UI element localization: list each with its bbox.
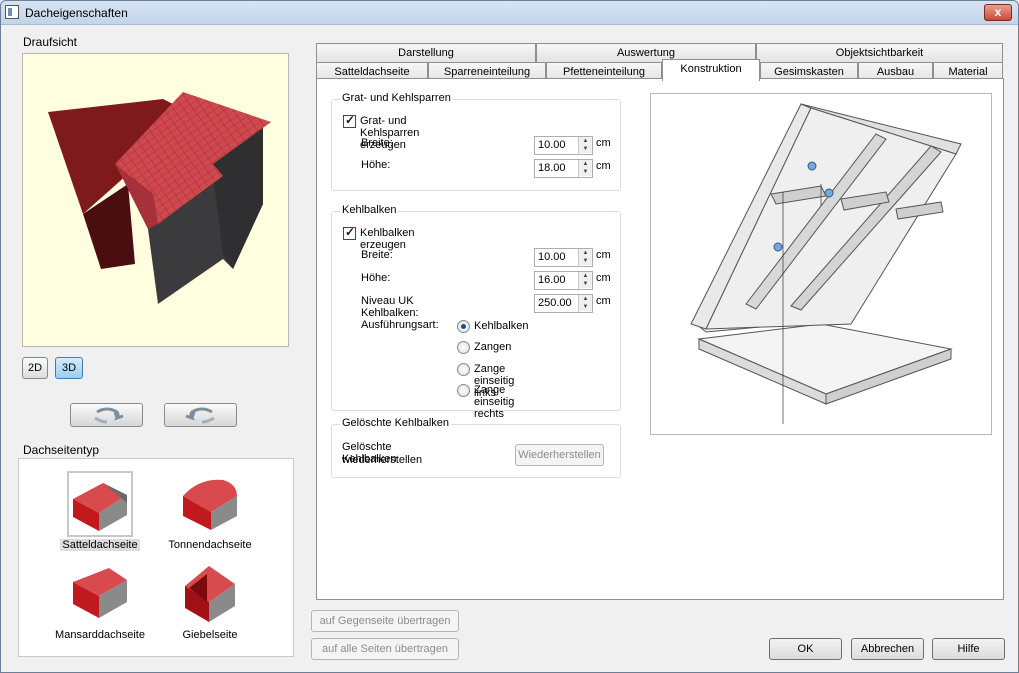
- unit-label: cm: [596, 137, 611, 149]
- unit-label: cm: [596, 272, 611, 284]
- radio-zange-rechts[interactable]: [457, 384, 470, 397]
- tab-darstellung[interactable]: Darstellung: [316, 43, 536, 63]
- giebelseite-icon: [177, 561, 243, 627]
- spinner-arrows[interactable]: ▲ ▼: [578, 160, 592, 177]
- rotate-right-icon: [185, 407, 215, 424]
- roof-3d-model: [48, 92, 271, 304]
- satteldach-icon: [67, 471, 133, 537]
- grat-hoehe-value: 18.00: [538, 162, 566, 174]
- cancel-button[interactable]: Abbrechen: [851, 638, 924, 660]
- transfer-opposite-button[interactable]: auf Gegenseite übertragen: [311, 610, 459, 632]
- ok-button[interactable]: OK: [769, 638, 842, 660]
- transfer-all-button[interactable]: auf alle Seiten übertragen: [311, 638, 459, 660]
- kehl-niveau-label: Niveau UK Kehlbalken:: [361, 295, 419, 319]
- spinner-arrows[interactable]: ▲ ▼: [578, 272, 592, 289]
- kehl-breite-label: Breite:: [361, 249, 393, 261]
- title-bar: Dacheigenschaften x: [1, 1, 1018, 25]
- tab-objektsichtbarkeit[interactable]: Objektsichtbarkeit: [756, 43, 1003, 63]
- roof-type-giebelseite[interactable]: Giebelseite: [160, 561, 260, 641]
- rotate-left-button[interactable]: [70, 403, 143, 427]
- grat-hoehe-label: Höhe:: [361, 159, 391, 171]
- roof-type-mansarddach[interactable]: Mansarddachseite: [50, 561, 150, 641]
- kehl-checkbox[interactable]: [343, 225, 356, 240]
- grat-breite-label: Breite:: [361, 137, 393, 149]
- view-3d-button[interactable]: 3D: [55, 357, 83, 379]
- spinner-arrows[interactable]: ▲ ▼: [578, 249, 592, 266]
- radio-zange-links[interactable]: [457, 363, 470, 376]
- radio-kehlbalken[interactable]: [457, 320, 470, 333]
- kehl-group-title: Kehlbalken: [340, 204, 399, 216]
- tonnendach-icon: [177, 471, 243, 537]
- kehl-hoehe-input[interactable]: 16.00 ▲ ▼: [534, 271, 593, 290]
- ausfuehrungsart-label: Ausführungsart:: [361, 319, 439, 331]
- radio-zangen[interactable]: [457, 341, 470, 354]
- grat-hoehe-input[interactable]: 18.00 ▲ ▼: [534, 159, 593, 178]
- roof-construction-illustration: [690, 103, 962, 424]
- dialog-window: Dacheigenschaften x Draufsicht 2D 3D Dac…: [0, 0, 1019, 673]
- radio-kehlbalken-label: Kehlbalken: [474, 320, 529, 332]
- close-button[interactable]: x: [984, 4, 1012, 21]
- roof-type-tonnendach[interactable]: Tonnendachseite: [160, 471, 260, 551]
- radio-zangen-label: Zangen: [474, 341, 512, 353]
- kehl-breite-value: 10.00: [538, 251, 566, 263]
- roof-type-label: Satteldachseite: [60, 539, 140, 551]
- kehl-hoehe-value: 16.00: [538, 274, 566, 286]
- tab-konstruktion[interactable]: Konstruktion: [662, 59, 760, 81]
- grat-group-title: Grat- und Kehlsparren: [340, 92, 453, 104]
- radio-zange-rechts-label: Zange einseitig rechts: [474, 384, 515, 420]
- spinner-arrows[interactable]: ▲ ▼: [578, 137, 592, 154]
- roof-type-label: Tonnendachseite: [168, 539, 252, 551]
- kehl-niveau-value: 250.00: [538, 297, 572, 309]
- kehl-breite-input[interactable]: 10.00 ▲ ▼: [534, 248, 593, 267]
- unit-label: cm: [596, 295, 611, 307]
- roof-type-label: Mansarddachseite: [55, 629, 145, 641]
- mansarddach-icon: [67, 561, 133, 627]
- roof-type-label: Giebelseite: [182, 629, 238, 641]
- draufsicht-label: Draufsicht: [23, 35, 78, 49]
- help-button[interactable]: Hilfe: [932, 638, 1005, 660]
- kehl-niveau-input[interactable]: 250.00 ▲ ▼: [534, 294, 593, 313]
- dachseitentyp-label: Dachseitentyp: [23, 443, 100, 457]
- unit-label: cm: [596, 160, 611, 172]
- geloescht-group-title: Gelöschte Kehlbalken: [340, 417, 452, 429]
- kehl-hoehe-label: Höhe:: [361, 272, 391, 284]
- rotate-left-icon: [94, 407, 124, 424]
- grat-breite-input[interactable]: 10.00 ▲ ▼: [534, 136, 593, 155]
- wiederherstellen-button[interactable]: Wiederherstellen: [515, 444, 604, 466]
- geloescht-text-2: wiederherstellen: [342, 454, 423, 466]
- kehl-checkbox-label: Kehlbalken erzeugen: [360, 227, 415, 251]
- app-icon: [5, 5, 19, 19]
- spinner-arrows[interactable]: ▲ ▼: [578, 295, 592, 312]
- roof-type-satteldach[interactable]: Satteldachseite: [50, 471, 150, 551]
- view-2d-button[interactable]: 2D: [22, 357, 48, 379]
- grat-checkbox[interactable]: [343, 113, 356, 128]
- grat-breite-value: 10.00: [538, 139, 566, 151]
- rotate-right-button[interactable]: [164, 403, 237, 427]
- construction-diagram: [650, 93, 992, 435]
- window-title: Dacheigenschaften: [25, 6, 128, 20]
- roof-3d-preview[interactable]: [22, 53, 289, 347]
- unit-label: cm: [596, 249, 611, 261]
- roof-type-panel: Satteldachseite Tonnendachseite Mansardd…: [18, 458, 294, 657]
